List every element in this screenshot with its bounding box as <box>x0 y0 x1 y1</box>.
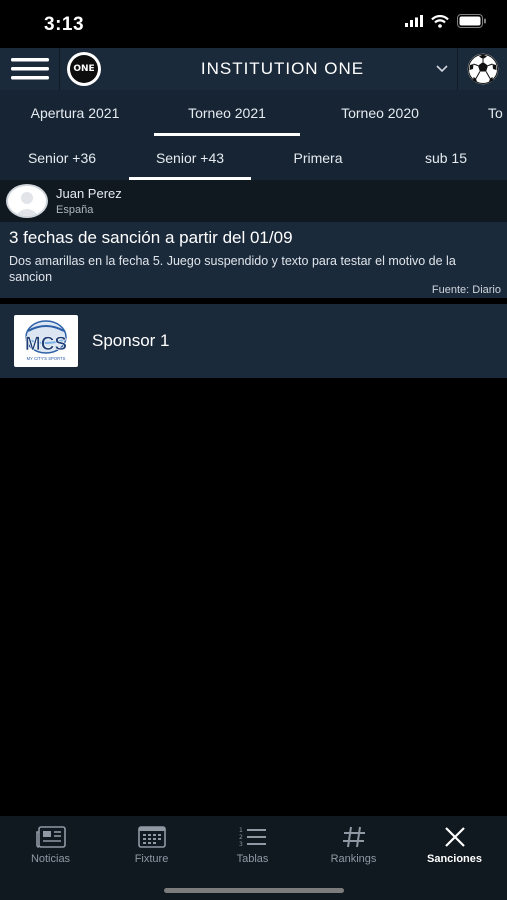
nav-sanciones[interactable]: Sanciones <box>404 816 505 878</box>
home-indicator[interactable] <box>164 888 344 893</box>
wifi-icon <box>431 14 449 28</box>
nav-tablas[interactable]: 1 2 3 Tablas <box>202 816 303 878</box>
nav-fixture[interactable]: Fixture <box>101 816 202 878</box>
app-header: ONE INSTITUTION ONE <box>0 48 507 90</box>
svg-text:1: 1 <box>239 827 243 834</box>
institution-logo: ONE <box>60 48 108 90</box>
sponsor-banner[interactable]: MCS MY CITY'S SPORTS Sponsor 1 <box>0 304 507 378</box>
sport-selector-button[interactable] <box>457 48 507 90</box>
institution-dropdown[interactable] <box>427 65 457 73</box>
svg-text:3: 3 <box>239 841 243 848</box>
status-bar: 3:13 <box>0 0 507 48</box>
tab-partial[interactable]: To <box>488 90 507 136</box>
nav-noticias[interactable]: Noticias <box>0 816 101 878</box>
hamburger-icon <box>10 58 49 80</box>
menu-button[interactable] <box>0 48 60 90</box>
logo-subtext: MY CITY'S SPORTS <box>27 356 66 361</box>
tab-torneo-2020[interactable]: Torneo 2020 <box>306 90 454 136</box>
institution-title[interactable]: INSTITUTION ONE <box>108 59 427 79</box>
newspaper-icon <box>35 826 66 848</box>
author-country: España <box>56 204 94 216</box>
soccer-ball-icon <box>467 53 498 85</box>
tab-sub-15[interactable]: sub 15 <box>384 136 507 180</box>
sponsor-logo: MCS MY CITY'S SPORTS <box>14 315 78 367</box>
bottom-tab-bar: Noticias Fixture 1 2 3 Tablas Rankings S… <box>0 816 507 900</box>
sanction-title: 3 fechas de sanción a partir del 01/09 <box>9 228 293 247</box>
svg-text:2: 2 <box>239 834 243 841</box>
chevron-down-icon <box>436 65 448 73</box>
category-tabs: Senior +36 Senior +43 Primera sub 15 <box>0 136 507 180</box>
mcs-logo-icon: MCS MY CITY'S SPORTS <box>25 320 67 361</box>
hashtag-icon <box>342 826 365 848</box>
tab-primera[interactable]: Primera <box>256 136 380 180</box>
tab-apertura-2021[interactable]: Apertura 2021 <box>0 90 150 136</box>
sanction-card[interactable]: 3 fechas de sanción a partir del 01/09 D… <box>0 222 507 298</box>
user-placeholder-icon <box>8 186 46 216</box>
sponsor-name: Sponsor 1 <box>92 331 170 350</box>
nav-label-tablas: Tablas <box>236 853 269 865</box>
tab-senior-36[interactable]: Senior +36 <box>0 136 124 180</box>
nav-rankings[interactable]: Rankings <box>303 816 404 878</box>
author-name: Juan Perez <box>56 186 122 201</box>
numbered-list-icon: 1 2 3 <box>239 827 266 848</box>
sanction-author-row[interactable]: Juan Perez España <box>0 180 507 222</box>
tab-senior-43[interactable]: Senior +43 <box>129 136 251 180</box>
status-icons <box>405 14 487 28</box>
battery-icon <box>457 14 486 28</box>
logo-text: ONE <box>70 55 98 83</box>
sanction-description: Dos amarillas en la fecha 5. Juego suspe… <box>9 254 456 284</box>
nav-label-rankings: Rankings <box>330 853 377 865</box>
nav-label-fixture: Fixture <box>134 853 169 865</box>
logo-letters: MCS <box>25 334 67 355</box>
status-time: 3:13 <box>44 14 85 35</box>
close-icon <box>444 827 465 847</box>
tournament-tabs: Apertura 2021 Torneo 2021 Torneo 2020 To <box>0 90 507 136</box>
calendar-icon <box>137 826 166 848</box>
signal-icon <box>405 15 423 27</box>
nav-label-noticias: Noticias <box>30 853 71 865</box>
sanction-source: Fuente: Diario <box>431 284 501 296</box>
nav-label-sanciones: Sanciones <box>426 853 483 865</box>
tab-torneo-2021[interactable]: Torneo 2021 <box>154 90 300 136</box>
avatar <box>6 184 48 218</box>
